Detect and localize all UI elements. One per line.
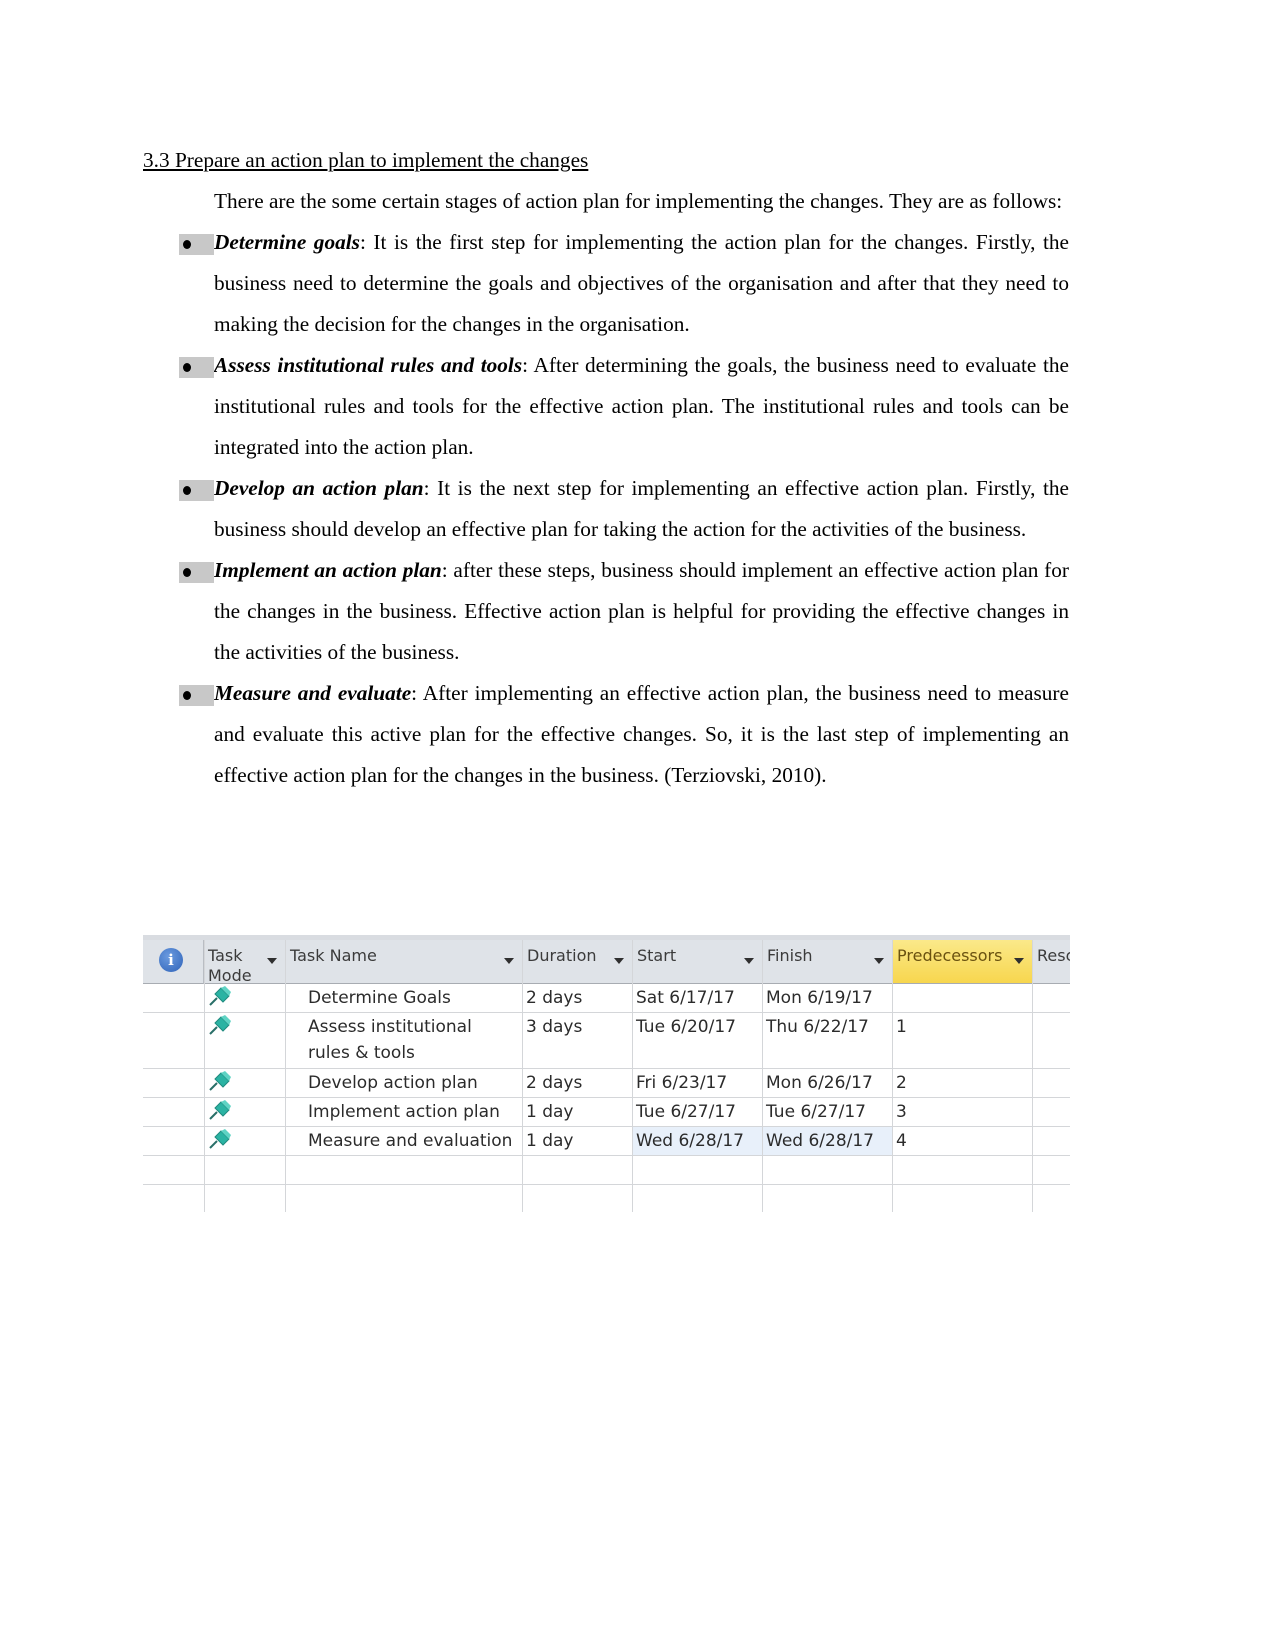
header-label: Task Name bbox=[290, 946, 377, 965]
manual-pin-icon bbox=[209, 986, 231, 1006]
task-name-cell[interactable]: Determine Goals bbox=[308, 985, 451, 1011]
header-label: Resc bbox=[1037, 946, 1070, 965]
list-item: Assess institutional rules and tools: Af… bbox=[143, 345, 1069, 468]
step-term: Implement an action plan bbox=[214, 558, 442, 582]
finish-cell[interactable]: Mon 6/19/17 bbox=[766, 985, 873, 1011]
steps-list: Determine goals: It is the first step fo… bbox=[143, 222, 1069, 796]
predecessors-cell[interactable]: 1 bbox=[896, 1014, 907, 1040]
header-task-name[interactable]: Task Name bbox=[286, 940, 523, 984]
row-divider bbox=[143, 1126, 1070, 1127]
start-cell[interactable]: Tue 6/20/17 bbox=[636, 1014, 736, 1040]
list-item: Implement an action plan: after these st… bbox=[143, 550, 1069, 673]
start-cell[interactable]: Sat 6/17/17 bbox=[636, 985, 735, 1011]
manual-pin-icon bbox=[209, 1100, 231, 1120]
start-cell[interactable]: Wed 6/28/17 bbox=[636, 1128, 744, 1154]
information-icon: i bbox=[159, 948, 183, 972]
dropdown-arrow-icon[interactable] bbox=[267, 958, 277, 964]
bullet-icon bbox=[179, 234, 214, 255]
header-label: Duration bbox=[527, 946, 597, 965]
duration-cell[interactable]: 2 days bbox=[526, 985, 582, 1011]
header-duration[interactable]: Duration bbox=[523, 940, 633, 984]
task-name-cell[interactable]: Assess institutional rules & tools bbox=[308, 1014, 508, 1066]
start-cell[interactable]: Fri 6/23/17 bbox=[636, 1070, 727, 1096]
row-divider bbox=[143, 1097, 1070, 1098]
manual-pin-icon bbox=[209, 1071, 231, 1091]
step-term: Develop an action plan bbox=[214, 476, 424, 500]
section-heading: 3.3 Prepare an action plan to implement … bbox=[143, 148, 589, 172]
duration-cell[interactable]: 3 days bbox=[526, 1014, 582, 1040]
header-resources[interactable]: Resc bbox=[1033, 940, 1070, 984]
header-task-mode[interactable]: Task Mode bbox=[204, 940, 286, 985]
header-finish[interactable]: Finish bbox=[763, 940, 893, 984]
step-term: Measure and evaluate bbox=[214, 681, 412, 705]
dropdown-arrow-icon[interactable] bbox=[744, 958, 754, 964]
intro-paragraph: There are the some certain stages of act… bbox=[214, 189, 1063, 213]
duration-cell[interactable]: 2 days bbox=[526, 1070, 582, 1096]
empty-table-row[interactable] bbox=[143, 1185, 1070, 1212]
step-term: Determine goals bbox=[214, 230, 360, 254]
finish-cell[interactable]: Mon 6/26/17 bbox=[766, 1070, 873, 1096]
header-predecessors[interactable]: Predecessors bbox=[893, 940, 1033, 984]
bullet-icon bbox=[179, 685, 214, 706]
duration-cell[interactable]: 1 day bbox=[526, 1099, 574, 1125]
project-task-table: i Task Mode Task Name Duration Start Fin… bbox=[143, 935, 1070, 1212]
bullet-icon bbox=[179, 480, 214, 501]
start-cell[interactable]: Tue 6/27/17 bbox=[636, 1099, 736, 1125]
task-name-cell[interactable]: Develop action plan bbox=[308, 1070, 478, 1096]
empty-table-row[interactable] bbox=[143, 1156, 1070, 1184]
finish-cell[interactable]: Thu 6/22/17 bbox=[766, 1014, 869, 1040]
dropdown-arrow-icon[interactable] bbox=[504, 958, 514, 964]
duration-cell[interactable]: 1 day bbox=[526, 1128, 574, 1154]
bullet-icon bbox=[179, 562, 214, 583]
header-label: Predecessors bbox=[897, 946, 1003, 965]
finish-cell[interactable]: Wed 6/28/17 bbox=[766, 1128, 874, 1154]
predecessors-cell[interactable]: 2 bbox=[896, 1070, 907, 1096]
header-label: Task Mode bbox=[208, 946, 252, 985]
dropdown-arrow-icon[interactable] bbox=[1014, 958, 1024, 964]
header-label: Finish bbox=[767, 946, 813, 965]
predecessors-cell[interactable]: 4 bbox=[896, 1128, 907, 1154]
list-item: Determine goals: It is the first step fo… bbox=[143, 222, 1069, 345]
bullet-icon bbox=[179, 357, 214, 378]
document-page: 3.3 Prepare an action plan to implement … bbox=[143, 140, 1069, 796]
step-term: Assess institutional rules and tools bbox=[214, 353, 523, 377]
task-name-cell[interactable]: Measure and evaluation bbox=[308, 1128, 512, 1154]
row-divider bbox=[143, 1012, 1070, 1013]
list-item: Measure and evaluate: After implementing… bbox=[143, 673, 1069, 796]
row-divider bbox=[143, 1068, 1070, 1069]
predecessors-cell[interactable]: 3 bbox=[896, 1099, 907, 1125]
list-item: Develop an action plan: It is the next s… bbox=[143, 468, 1069, 550]
dropdown-arrow-icon[interactable] bbox=[874, 958, 884, 964]
header-indicators[interactable]: i bbox=[143, 940, 204, 984]
finish-cell[interactable]: Tue 6/27/17 bbox=[766, 1099, 866, 1125]
header-label: Start bbox=[637, 946, 677, 965]
task-name-cell[interactable]: Implement action plan bbox=[308, 1099, 500, 1125]
manual-pin-icon bbox=[209, 1129, 231, 1149]
manual-pin-icon bbox=[209, 1015, 231, 1035]
dropdown-arrow-icon[interactable] bbox=[614, 958, 624, 964]
header-start[interactable]: Start bbox=[633, 940, 763, 984]
